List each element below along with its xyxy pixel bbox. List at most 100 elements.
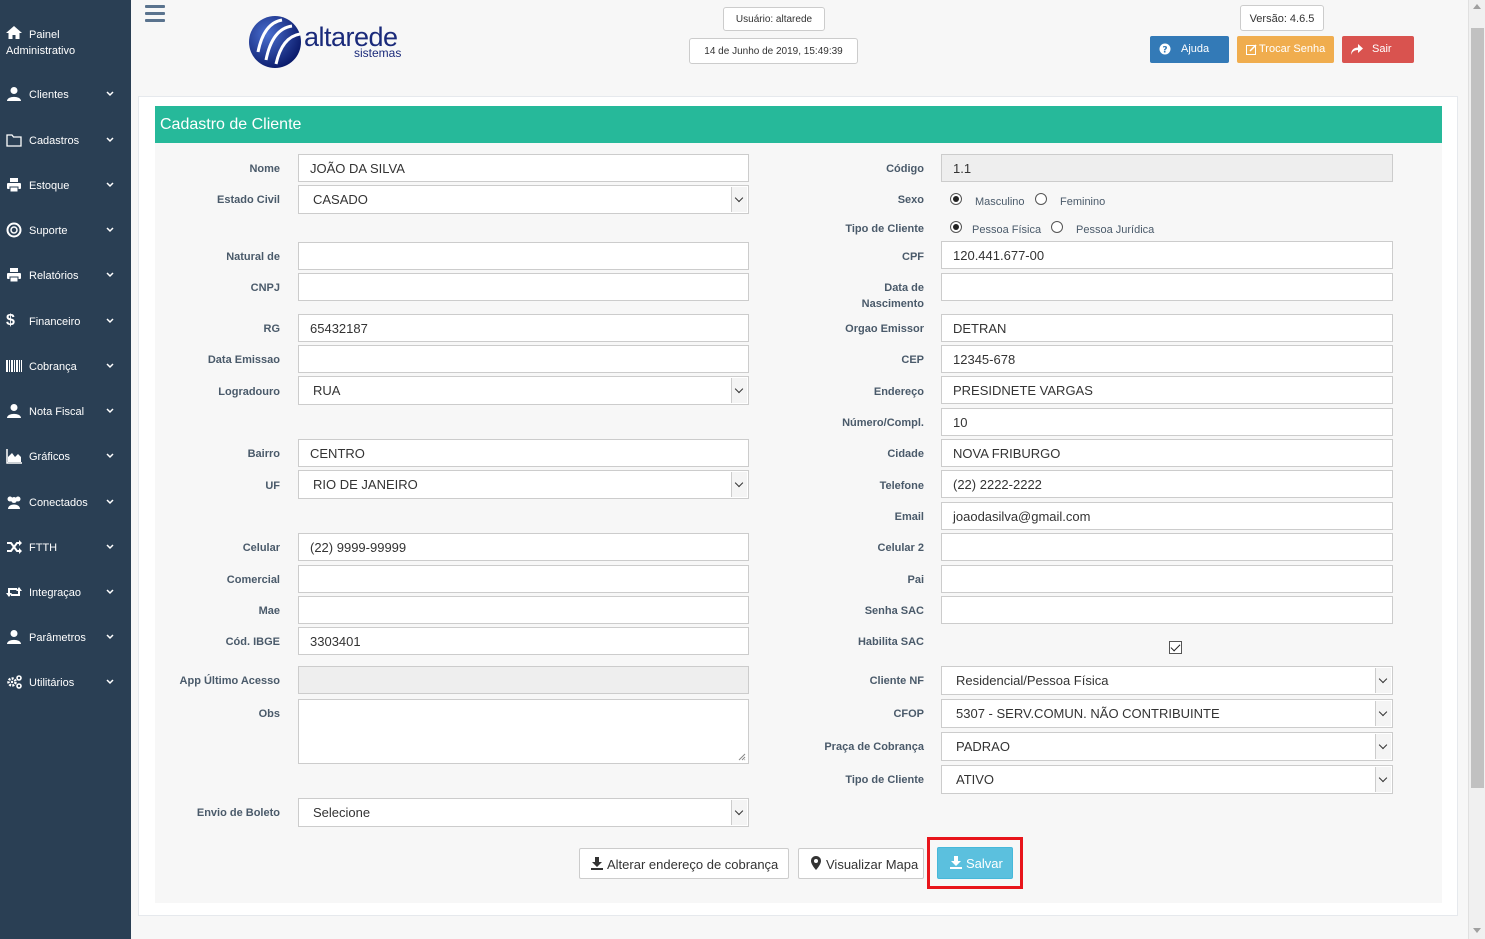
pessoa-juridica-radio[interactable] [1051, 221, 1063, 233]
mae-input[interactable] [298, 596, 749, 624]
obs-label: Obs [258, 708, 280, 720]
orgao-emissor-label: Orgao Emissor [845, 323, 924, 335]
app-ultimo-acesso-label: App Último Acesso [179, 675, 280, 687]
sidebar-item-nota-fiscal[interactable]: Nota Fiscal [0, 397, 131, 427]
cpf-label: CPF [902, 251, 924, 263]
nome-input[interactable]: JOÃO DA SILVA [298, 154, 749, 182]
email-label: Email [894, 511, 924, 523]
celular-input[interactable]: (22) 9999-99999 [298, 533, 749, 561]
help-button[interactable]: ? Ajuda [1150, 36, 1229, 63]
tipo-cliente-select-label: Tipo de Cliente [845, 774, 924, 786]
estado-civil-label: Estado Civil [217, 194, 280, 206]
exit-button[interactable]: Sair [1342, 36, 1414, 63]
celular2-input[interactable] [941, 533, 1393, 561]
sidebar-item-utilitarios[interactable]: Utilitários [0, 668, 131, 698]
endereco-input[interactable]: PRESIDNETE VARGAS [941, 376, 1393, 404]
cnpj-input[interactable] [298, 273, 749, 301]
obs-textarea[interactable] [298, 699, 749, 764]
cep-input[interactable]: 12345-678 [941, 345, 1393, 373]
page-scrollbar[interactable] [1468, 0, 1485, 939]
bairro-input[interactable]: CENTRO [298, 439, 749, 467]
scroll-up-icon[interactable] [1473, 4, 1481, 9]
sidebar-item-suporte[interactable]: Suporte [0, 216, 131, 246]
envio-boleto-value: Selecione [313, 805, 371, 820]
pessoa-fisica-radio[interactable] [950, 221, 962, 233]
cpf-input[interactable]: 120.441.677-00 [941, 241, 1393, 269]
rg-input[interactable]: 65432187 [298, 314, 749, 342]
sidebar-item-graficos[interactable]: Gráficos [0, 442, 131, 472]
cod-ibge-label: Cód. IBGE [225, 636, 280, 648]
comercial-input[interactable] [298, 565, 749, 593]
telefone-input[interactable]: (22) 2222-2222 [941, 470, 1393, 498]
scroll-down-icon[interactable] [1473, 928, 1481, 933]
senha-sac-input[interactable] [941, 596, 1393, 624]
datetime-label: 14 de Junho de 2019, 15:49:39 [689, 38, 858, 64]
cod-ibge-input[interactable]: 3303401 [298, 627, 749, 655]
logradouro-select[interactable]: RUA [298, 376, 749, 405]
barcode-icon [6, 360, 22, 372]
sidebar-item-label: Conectados [29, 497, 88, 509]
cep-label: CEP [901, 354, 924, 366]
praca-cobranca-select[interactable]: PADRAO [941, 732, 1393, 761]
natural-de-input[interactable] [298, 242, 749, 270]
sidebar-item-ftth[interactable]: FTTH [0, 533, 131, 563]
cidade-input[interactable]: NOVA FRIBURGO [941, 439, 1393, 467]
sexo-feminino-radio[interactable] [1035, 193, 1047, 205]
cliente-nf-select[interactable]: Residencial/Pessoa Física [941, 666, 1393, 695]
sexo-masculino-label: Masculino [975, 196, 1025, 208]
sidebar-item-financeiro[interactable]: $ Financeiro [0, 307, 131, 337]
dollar-icon: $ [6, 312, 15, 329]
uf-select[interactable]: RIO DE JANEIRO [298, 470, 749, 499]
data-emissao-input[interactable] [298, 345, 749, 373]
estado-civil-select[interactable]: CASADO [298, 185, 749, 214]
sidebar-item-conectados[interactable]: Conectados [0, 488, 131, 518]
sidebar-item-cadastros[interactable]: Cadastros [0, 126, 131, 156]
sidebar-item-label: Estoque [29, 180, 70, 192]
sidebar-item-parametros[interactable]: Parâmetros [0, 623, 131, 653]
logo: altarede sistemas [248, 12, 418, 70]
help-button-label: Ajuda [1181, 43, 1210, 55]
share-icon [1351, 44, 1363, 55]
sexo-masculino-radio[interactable] [950, 193, 962, 205]
cfop-label: CFOP [893, 708, 924, 720]
resize-grip-icon[interactable] [738, 753, 746, 761]
sidebar-header[interactable]: Painel Administrativo [6, 26, 126, 62]
chevron-down-icon [106, 453, 114, 459]
alterar-endereco-button[interactable]: Alterar endereço de cobrança [579, 848, 789, 879]
tipo-cliente-label: Tipo de Cliente [845, 223, 924, 235]
scrollbar-thumb[interactable] [1471, 28, 1484, 788]
menu-icon [145, 5, 165, 8]
chevron-down-icon [106, 137, 114, 143]
page-title: Cadastro de Cliente [155, 106, 1442, 143]
svg-text:?: ? [1162, 46, 1167, 56]
users-icon [7, 496, 21, 509]
envio-boleto-select[interactable]: Selecione [298, 798, 749, 827]
data-nascimento-input[interactable] [941, 273, 1393, 301]
sidebar-item-label: Financeiro [29, 316, 81, 328]
change-password-button[interactable]: Trocar Senha [1237, 36, 1334, 63]
sidebar-item-label: Parâmetros [29, 632, 86, 644]
visualizar-mapa-button[interactable]: Visualizar Mapa [798, 848, 924, 879]
cfop-select[interactable]: 5307 - SERV.COMUN. NÃO CONTRIBUINTE [941, 699, 1393, 728]
chevron-down-icon [106, 272, 114, 278]
numero-input[interactable]: 10 [941, 408, 1393, 436]
email-input[interactable]: joaodasilva@gmail.com [941, 502, 1393, 530]
tipo-cliente-select[interactable]: ATIVO [941, 765, 1393, 794]
menu-toggle-button[interactable] [145, 5, 165, 23]
exit-button-label: Sair [1372, 43, 1392, 55]
sidebar-item-estoque[interactable]: Estoque [0, 171, 131, 201]
sidebar-item-label: Integraçao [29, 587, 81, 599]
codigo-label: Código [886, 163, 924, 175]
pai-input[interactable] [941, 565, 1393, 593]
orgao-emissor-input[interactable]: DETRAN [941, 314, 1393, 342]
logo-mark-icon [249, 16, 301, 68]
sidebar-item-integracao[interactable]: Integraçao [0, 578, 131, 608]
cidade-label: Cidade [887, 448, 924, 460]
sidebar-item-label: Gráficos [29, 451, 70, 463]
sidebar-item-cobranca[interactable]: Cobrança [0, 352, 131, 382]
sidebar-item-clientes[interactable]: Clientes [0, 80, 131, 110]
sidebar-item-relatorios[interactable]: Relatórios [0, 261, 131, 291]
chevron-down-icon [106, 91, 114, 97]
habilita-sac-checkbox[interactable] [1169, 641, 1182, 654]
chevron-down-icon [1375, 767, 1391, 792]
